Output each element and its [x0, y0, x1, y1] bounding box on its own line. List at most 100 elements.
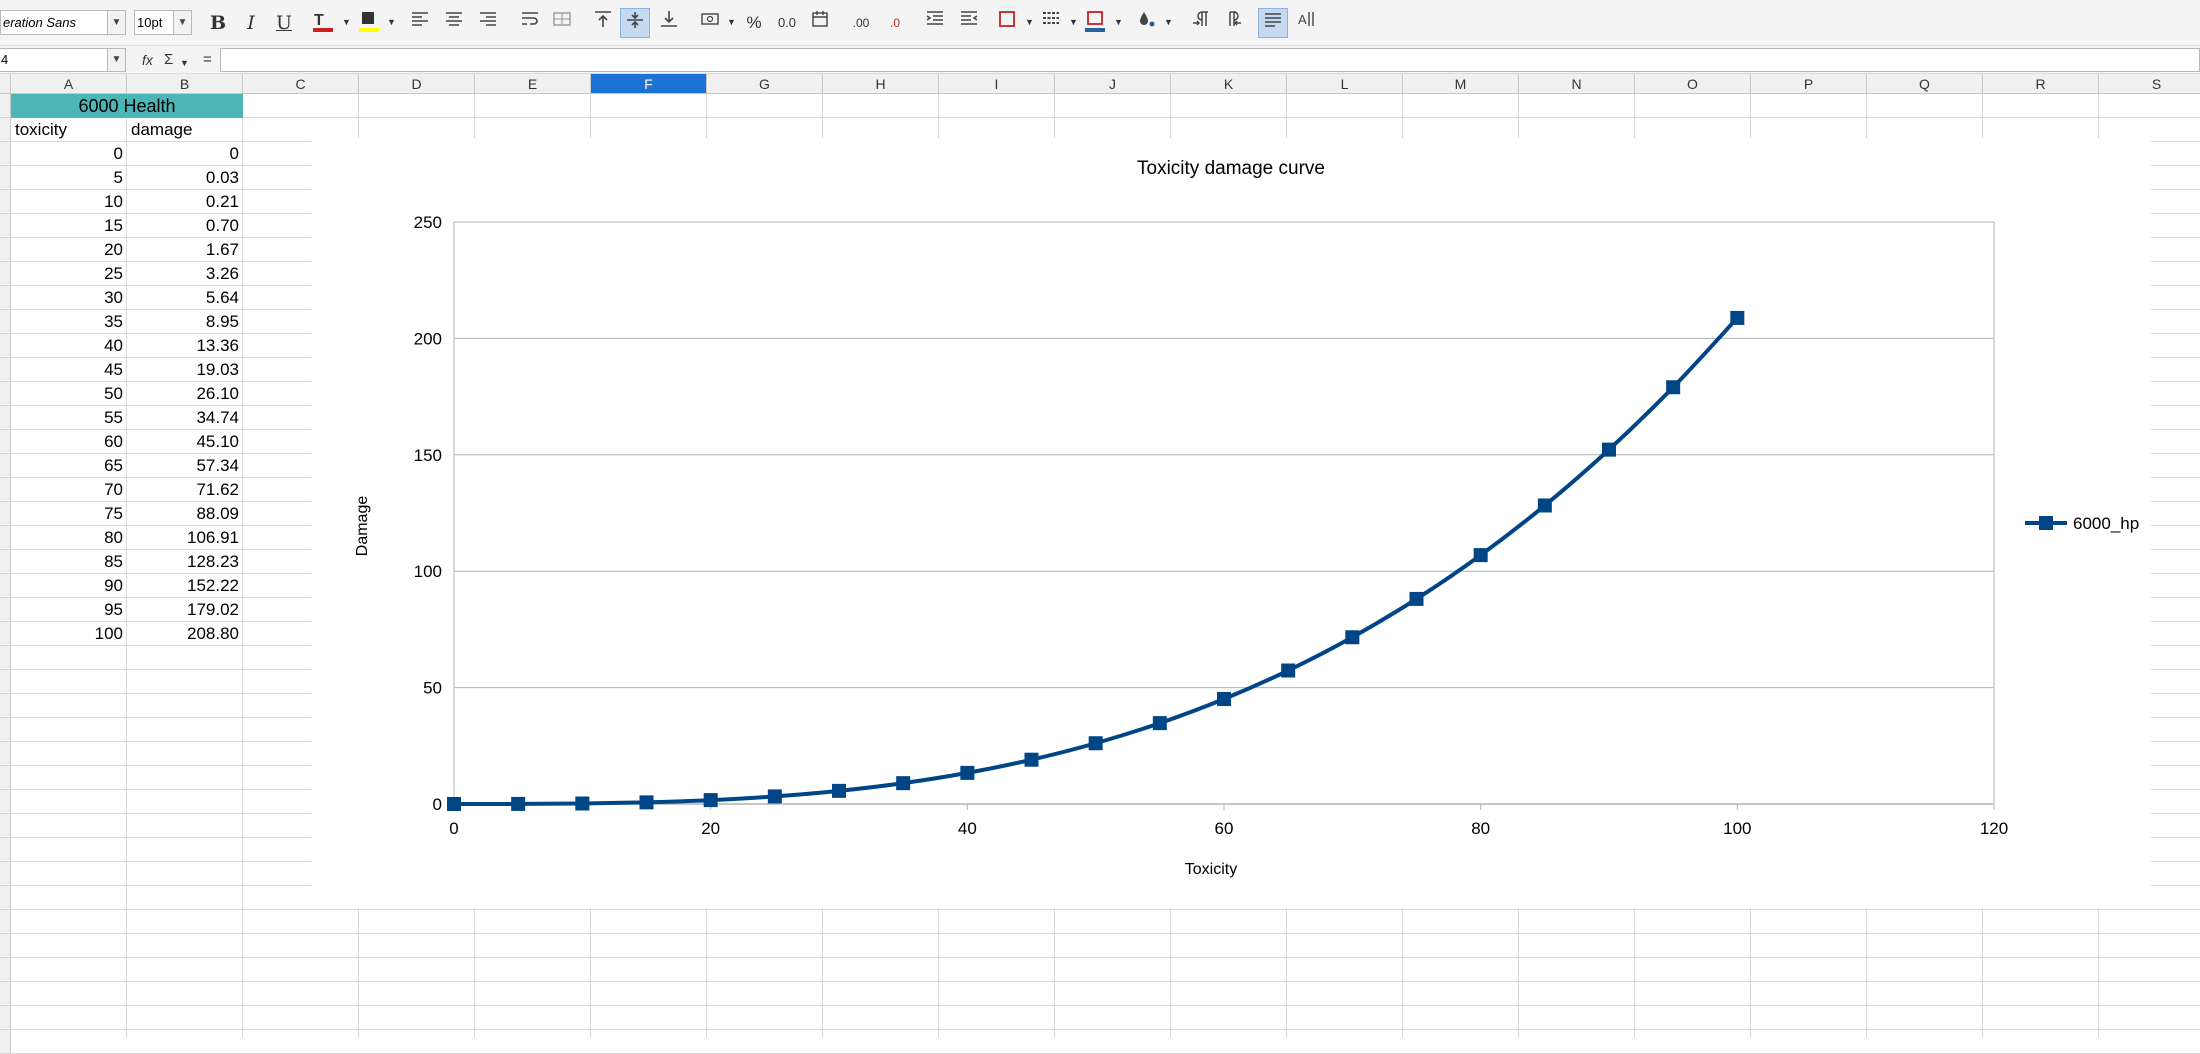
cell-damage[interactable]: 34.74 — [127, 406, 243, 430]
chevron-down-icon[interactable]: ▼ — [173, 11, 191, 34]
row-header[interactable] — [0, 358, 11, 382]
row-header[interactable] — [0, 574, 11, 598]
decrease-indent-button[interactable] — [954, 8, 984, 38]
chevron-down-icon[interactable]: ▼ — [342, 17, 351, 27]
cell-damage[interactable]: 71.62 — [127, 478, 243, 502]
delete-decimal-button[interactable]: .0 — [880, 8, 910, 38]
row-header[interactable] — [0, 862, 11, 886]
row-header[interactable] — [0, 142, 11, 166]
column-header-s[interactable]: S — [2099, 74, 2200, 94]
currency-format-button[interactable] — [695, 8, 725, 38]
row-header[interactable] — [0, 1030, 11, 1054]
row-header[interactable] — [0, 886, 11, 910]
row-header[interactable] — [0, 190, 11, 214]
align-center-button[interactable] — [439, 8, 469, 38]
column-header-n[interactable]: N — [1519, 74, 1635, 94]
cell-damage[interactable]: 152.22 — [127, 574, 243, 598]
increase-indent-button[interactable] — [920, 8, 950, 38]
header-cell-toxicity[interactable]: toxicity — [11, 118, 127, 142]
chevron-down-icon[interactable]: ▼ — [1164, 17, 1173, 27]
cell-damage[interactable]: 208.80 — [127, 622, 243, 646]
column-header-d[interactable]: D — [359, 74, 475, 94]
italic-button[interactable]: I — [236, 8, 266, 38]
add-decimal-button[interactable]: .00 — [846, 8, 876, 38]
cell-toxicity[interactable]: 95 — [11, 598, 127, 622]
column-header-b[interactable]: B — [127, 74, 243, 94]
row-header[interactable] — [0, 502, 11, 526]
underline-button[interactable]: U — [269, 8, 299, 38]
column-header-r[interactable]: R — [1983, 74, 2099, 94]
cell-toxicity[interactable]: 40 — [11, 334, 127, 358]
column-header-j[interactable]: J — [1055, 74, 1171, 94]
cell-damage[interactable]: 3.26 — [127, 262, 243, 286]
center-vertically-button[interactable] — [620, 8, 650, 38]
vertical-text-button[interactable]: A — [1292, 8, 1322, 38]
chevron-down-icon[interactable]: ▼ — [180, 53, 189, 73]
row-header[interactable] — [0, 790, 11, 814]
cell-toxicity[interactable]: 0 — [11, 142, 127, 166]
column-header-f[interactable]: F — [591, 74, 707, 94]
function-wizard-button[interactable]: fx — [142, 50, 153, 70]
sum-button[interactable]: Σ — [164, 50, 173, 70]
column-header-m[interactable]: M — [1403, 74, 1519, 94]
column-header-e[interactable]: E — [475, 74, 591, 94]
row-header[interactable] — [0, 670, 11, 694]
formula-input[interactable] — [220, 48, 2200, 72]
cell-toxicity[interactable]: 90 — [11, 574, 127, 598]
row-header[interactable] — [0, 310, 11, 334]
cell-damage[interactable]: 19.03 — [127, 358, 243, 382]
column-header-l[interactable]: L — [1287, 74, 1403, 94]
column-header-k[interactable]: K — [1171, 74, 1287, 94]
column-header-q[interactable]: Q — [1867, 74, 1983, 94]
cell-damage[interactable]: 0.70 — [127, 214, 243, 238]
row-header[interactable] — [0, 598, 11, 622]
highlight-color-button[interactable] — [354, 8, 384, 38]
cell-damage[interactable]: 1.67 — [127, 238, 243, 262]
cell-damage[interactable]: 0 — [127, 142, 243, 166]
row-header[interactable] — [0, 526, 11, 550]
chart[interactable]: Toxicity damage curve Toxicity Damage 0 5… — [311, 138, 2151, 908]
cell-toxicity[interactable]: 45 — [11, 358, 127, 382]
cell-toxicity[interactable]: 100 — [11, 622, 127, 646]
chevron-down-icon[interactable]: ▼ — [107, 49, 125, 71]
cell-title[interactable]: 6000 Health — [11, 94, 243, 118]
column-header-g[interactable]: G — [707, 74, 823, 94]
row-header[interactable] — [0, 262, 11, 286]
row-header[interactable] — [0, 238, 11, 262]
row-header[interactable] — [0, 550, 11, 574]
row-header[interactable] — [0, 814, 11, 838]
column-header-i[interactable]: I — [939, 74, 1055, 94]
row-header[interactable] — [0, 166, 11, 190]
column-header-p[interactable]: P — [1751, 74, 1867, 94]
cell-toxicity[interactable]: 80 — [11, 526, 127, 550]
column-header-c[interactable]: C — [243, 74, 359, 94]
cell-damage[interactable]: 88.09 — [127, 502, 243, 526]
cell-toxicity[interactable]: 30 — [11, 286, 127, 310]
column-header-h[interactable]: H — [823, 74, 939, 94]
row-header[interactable] — [0, 430, 11, 454]
row-header[interactable] — [0, 646, 11, 670]
cell-toxicity[interactable]: 10 — [11, 190, 127, 214]
cell-damage[interactable]: 0.03 — [127, 166, 243, 190]
row-header[interactable] — [0, 1006, 11, 1030]
chevron-down-icon[interactable]: ▼ — [727, 17, 736, 27]
cell-toxicity[interactable]: 65 — [11, 454, 127, 478]
chevron-down-icon[interactable]: ▼ — [1114, 17, 1123, 27]
row-header[interactable] — [0, 214, 11, 238]
left-to-right-button[interactable] — [1186, 8, 1216, 38]
row-header[interactable] — [0, 958, 11, 982]
cell-toxicity[interactable]: 75 — [11, 502, 127, 526]
chevron-down-icon[interactable]: ▼ — [1069, 17, 1078, 27]
cell-toxicity[interactable]: 55 — [11, 406, 127, 430]
row-header[interactable] — [0, 982, 11, 1006]
row-header[interactable] — [0, 934, 11, 958]
row-header[interactable] — [0, 694, 11, 718]
cell-damage[interactable]: 45.10 — [127, 430, 243, 454]
row-header[interactable] — [0, 118, 11, 142]
chevron-down-icon[interactable]: ▼ — [387, 17, 396, 27]
right-to-left-button[interactable] — [1218, 8, 1248, 38]
font-name-box[interactable]: eration Sans ▼ — [0, 10, 126, 35]
row-header[interactable] — [0, 718, 11, 742]
cell-toxicity[interactable]: 15 — [11, 214, 127, 238]
formula-equals-button[interactable]: = — [203, 50, 212, 70]
